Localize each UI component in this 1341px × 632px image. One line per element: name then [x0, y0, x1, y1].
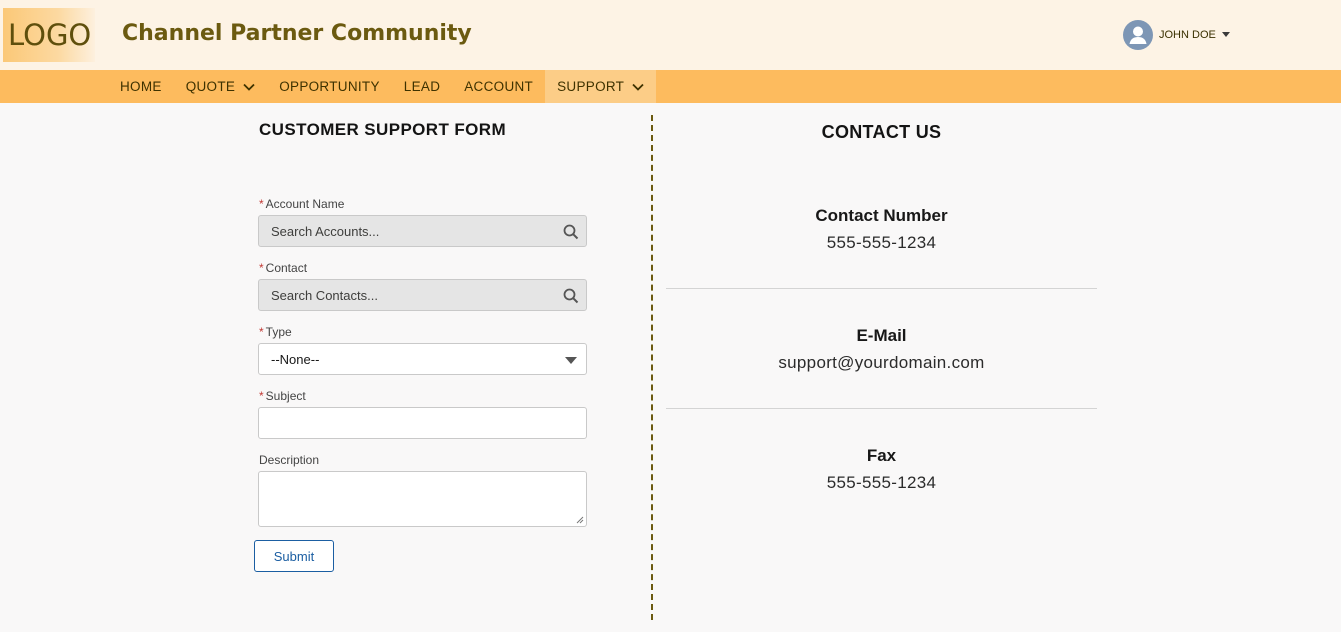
dropdown-arrow-icon — [565, 357, 577, 364]
nav-item-lead[interactable]: LEAD — [392, 70, 452, 103]
user-icon — [1129, 26, 1147, 44]
contact-label-text: Contact — [265, 261, 308, 275]
nav-item-opportunity[interactable]: OPPORTUNITY — [267, 70, 392, 103]
nav-item-label: ACCOUNT — [464, 79, 534, 94]
divider — [666, 288, 1097, 289]
nav-item-label: OPPORTUNITY — [279, 79, 380, 94]
required-marker: * — [259, 197, 264, 211]
description-textarea[interactable] — [258, 471, 587, 527]
nav-item-home[interactable]: HOME — [108, 70, 174, 103]
required-marker: * — [259, 325, 264, 339]
type-select-value: --None-- — [271, 352, 320, 367]
subject-label: * Subject — [259, 389, 306, 403]
vertical-divider — [651, 115, 653, 620]
type-label-text: Type — [265, 325, 292, 339]
account-search-placeholder: Search Accounts... — [271, 224, 380, 239]
chevron-down-icon — [632, 83, 644, 91]
logo-text: LOGO — [8, 18, 92, 52]
main-nav: HOME QUOTE OPPORTUNITY LEAD ACCOUNT SUPP… — [0, 70, 1341, 103]
nav-item-label: HOME — [120, 79, 162, 94]
contact-label: * Contact — [259, 261, 307, 275]
subject-label-text: Subject — [265, 389, 306, 403]
fax-heading: Fax — [866, 446, 897, 465]
search-icon[interactable] — [562, 223, 580, 241]
account-search-input[interactable]: Search Accounts... — [258, 215, 587, 247]
chevron-down-icon — [243, 83, 255, 91]
nav-item-label: SUPPORT — [557, 79, 625, 94]
avatar — [1123, 20, 1153, 50]
top-header: LOGO Channel Partner Community JOHN DOE — [0, 0, 1341, 70]
app-title: Channel Partner Community — [122, 21, 472, 46]
type-select[interactable]: --None-- — [258, 343, 587, 375]
subject-input[interactable] — [258, 407, 587, 439]
logo[interactable]: LOGO — [3, 8, 95, 62]
contact-search-placeholder: Search Contacts... — [271, 288, 378, 303]
divider — [666, 408, 1097, 409]
contact-number-value: 555-555-1234 — [826, 233, 937, 252]
type-label: * Type — [259, 325, 292, 339]
required-marker: * — [259, 389, 264, 403]
search-icon[interactable] — [562, 287, 580, 305]
nav-item-support[interactable]: SUPPORT — [545, 70, 657, 103]
caret-down-icon — [1221, 31, 1230, 37]
description-label: Description — [259, 453, 319, 467]
contact-search-input[interactable]: Search Contacts... — [258, 279, 587, 311]
required-marker: * — [259, 261, 264, 275]
form-title: CUSTOMER SUPPORT FORM — [259, 120, 507, 139]
email-heading: E-Mail — [856, 326, 907, 345]
contact-title: CONTACT US — [821, 122, 942, 142]
submit-button[interactable]: Submit — [254, 540, 334, 572]
nav-item-quote[interactable]: QUOTE — [174, 70, 268, 103]
resize-handle-icon[interactable] — [576, 516, 584, 524]
email-value: support@yourdomain.com — [778, 353, 985, 372]
account-label: * Account Name — [259, 197, 344, 211]
nav-items: HOME QUOTE OPPORTUNITY LEAD ACCOUNT SUPP… — [108, 70, 657, 103]
user-name: JOHN DOE — [1159, 29, 1216, 41]
description-label-text: Description — [259, 453, 320, 467]
nav-item-label: LEAD — [403, 79, 441, 94]
nav-item-account[interactable]: ACCOUNT — [452, 70, 545, 103]
account-label-text: Account Name — [265, 197, 345, 211]
contact-number-heading: Contact Number — [815, 206, 948, 225]
fax-value: 555-555-1234 — [826, 473, 937, 492]
user-menu[interactable]: JOHN DOE — [1123, 20, 1230, 50]
nav-item-label: QUOTE — [185, 79, 236, 94]
